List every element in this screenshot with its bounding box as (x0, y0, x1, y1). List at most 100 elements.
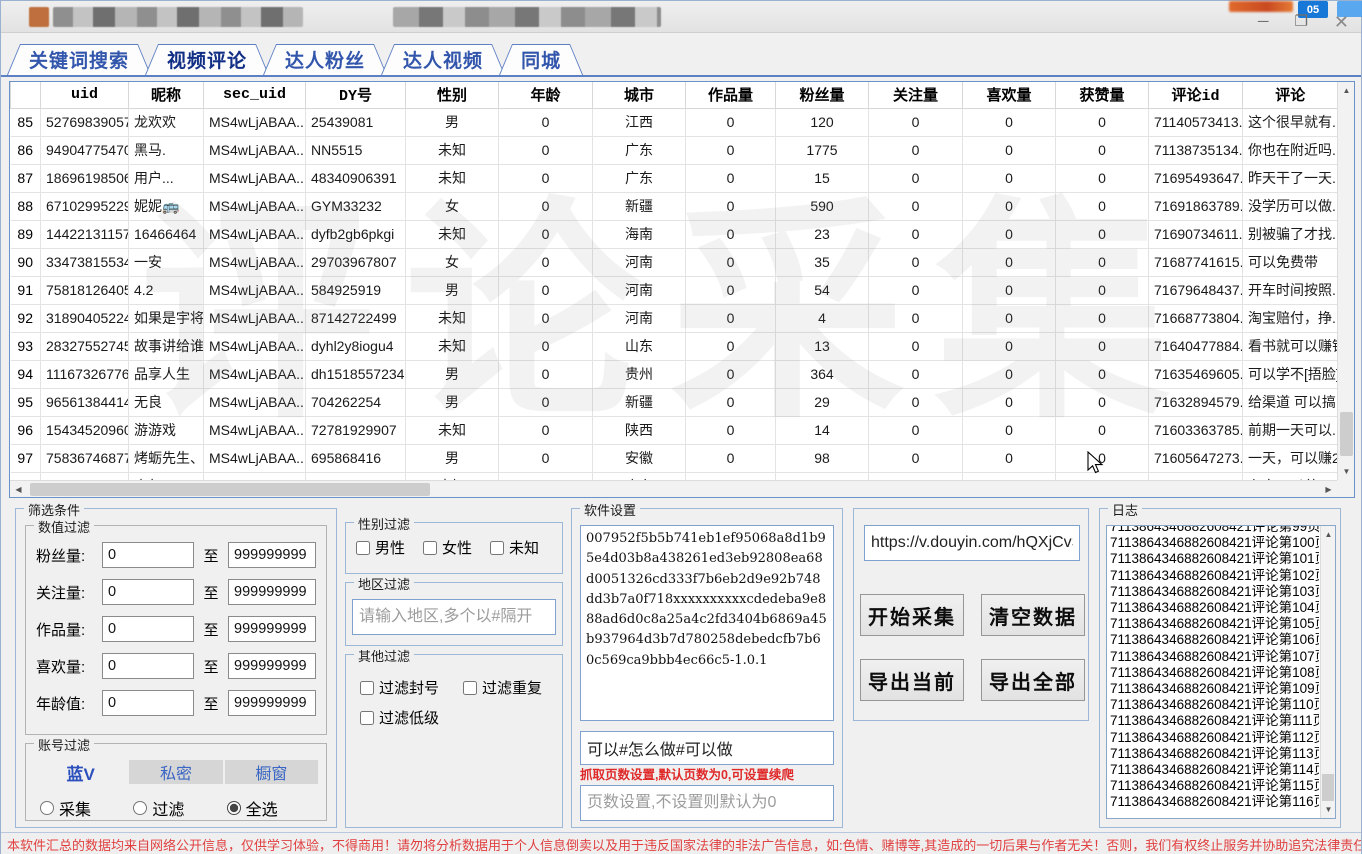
cell: 0 (686, 108, 776, 136)
start-collect-button[interactable]: 开始采集 (860, 594, 964, 636)
minimize-button[interactable]: ─ (1258, 13, 1269, 31)
age-min-input[interactable] (102, 690, 194, 716)
close-button[interactable]: ✕ (1334, 13, 1349, 31)
tab-influencer-fans[interactable]: 达人粉丝 (263, 44, 387, 75)
table-row[interactable]: 8867102995229妮妮🚌MS4wLjABAA...GYM33232女0新… (11, 192, 1338, 220)
collect-radio[interactable]: 采集 (40, 796, 133, 820)
table-row[interactable]: 9615434520960...游游戏MS4wLjABAA...72781929… (11, 416, 1338, 444)
log-scroll-thumb[interactable] (1322, 774, 1334, 802)
checkbox-input[interactable] (423, 541, 437, 555)
table-row[interactable]: 8914422131157...16466464MS4wLjABAA...dyf… (11, 220, 1338, 248)
cell: 0 (499, 444, 593, 472)
filter-duplicate-checkbox[interactable]: 过滤重复 (463, 677, 542, 698)
other-filter-group: 其他过滤 过滤封号过滤重复 过滤低级 (345, 654, 563, 828)
checkbox-input[interactable] (360, 681, 374, 695)
numeric-filter-group: 数值过滤 粉丝量:至关注量:至作品量:至喜欢量:至年龄值:至 (25, 525, 327, 735)
filter-banned-checkbox[interactable]: 过滤封号 (360, 677, 439, 698)
blue-v-toggle[interactable]: 蓝V (34, 760, 127, 784)
cell: 山东 (593, 332, 686, 360)
works-max-input[interactable] (228, 616, 316, 642)
column-header[interactable]: 年龄 (499, 82, 593, 108)
tab-influencer-videos[interactable]: 达人视频 (381, 44, 505, 75)
cell: 0 (869, 444, 963, 472)
checkbox-input[interactable] (360, 711, 374, 725)
table-row[interactable]: 8718696198506...用户...MS4wLjABAA...483409… (11, 164, 1338, 192)
tab-video-comments[interactable]: 视频评论 (145, 44, 269, 75)
follows-max-input[interactable] (228, 579, 316, 605)
works-min-input[interactable] (102, 616, 194, 642)
private-toggle[interactable]: 私密 (129, 760, 222, 784)
column-header[interactable]: sec_uid (204, 82, 306, 108)
tab-same-city[interactable]: 同城 (499, 44, 583, 75)
cell: 71691863789... (1149, 192, 1243, 220)
export-current-button[interactable]: 导出当前 (860, 659, 964, 701)
table-row[interactable]: 9033473815534...一安MS4wLjABAA...297039678… (11, 248, 1338, 276)
log-scrollbar[interactable]: ▲ ▼ (1320, 526, 1335, 818)
log-scroll-down-icon[interactable]: ▼ (1321, 801, 1336, 818)
log-listbox[interactable]: 7113864346882608421评论第99页711386434688260… (1106, 525, 1336, 819)
unknown-checkbox[interactable]: 未知 (490, 537, 539, 558)
column-header[interactable]: uid (41, 82, 129, 108)
export-all-button[interactable]: 导出全部 (981, 659, 1085, 701)
fans-min-input[interactable] (102, 542, 194, 568)
scroll-up-arrow-icon[interactable]: ▲ (1338, 82, 1355, 99)
token-textarea[interactable]: 007952f5b5b741eb1ef95068a8d1b95e4d03b8a4… (580, 525, 834, 721)
column-header[interactable]: 获赞量 (1056, 82, 1149, 108)
clear-data-button[interactable]: 清空数据 (981, 594, 1085, 636)
male-checkbox[interactable]: 男性 (356, 537, 405, 558)
video-url-input[interactable] (864, 525, 1080, 561)
table-row[interactable]: 9328327552745...故事讲给谁听MS4wLjABAA...dyhl2… (11, 332, 1338, 360)
cell: 71632894579... (1149, 388, 1243, 416)
table-row[interactable]: 9411167326776...品享人生MS4wLjABAA...dh15185… (11, 360, 1338, 388)
radio-input[interactable] (227, 801, 241, 815)
age-max-input[interactable] (228, 690, 316, 716)
maximize-button[interactable]: ❐ (1294, 13, 1307, 31)
table-row[interactable]: 9596561384414无良MS4wLjABAA...704262254男0新… (11, 388, 1338, 416)
column-header[interactable]: 粉丝量 (776, 82, 869, 108)
scroll-left-arrow-icon[interactable]: ◀ (10, 481, 27, 498)
column-header[interactable]: 昵称 (129, 82, 204, 108)
table-row[interactable]: 91758181264054.2MS4wLjABAA...584925919男0… (11, 276, 1338, 304)
scroll-right-arrow-icon[interactable]: ▶ (1320, 481, 1337, 498)
region-input[interactable] (352, 599, 556, 635)
filter-radio[interactable]: 过滤 (133, 796, 226, 820)
radio-input[interactable] (133, 801, 147, 815)
fans-max-input[interactable] (228, 542, 316, 568)
column-header[interactable]: 作品量 (686, 82, 776, 108)
column-header[interactable]: 喜欢量 (963, 82, 1056, 108)
table-row[interactable]: 9775836746877烤蛎先生、(...MS4wLjABAA...69586… (11, 444, 1338, 472)
radio-input[interactable] (40, 801, 54, 815)
log-entry: 7113864346882608421评论第115页 (1110, 778, 1319, 794)
checkbox-input[interactable] (356, 541, 370, 555)
likes-min-input[interactable] (102, 653, 194, 679)
table-row[interactable]: 9231890405224...如果是宇将军...MS4wLjABAA...87… (11, 304, 1338, 332)
table-vertical-scrollbar[interactable]: ▲ ▼ (1337, 82, 1354, 480)
checkbox-input[interactable] (463, 681, 477, 695)
showcase-toggle[interactable]: 橱窗 (225, 760, 318, 784)
column-header[interactable]: 评论id (1149, 82, 1243, 108)
scroll-down-arrow-icon[interactable]: ▼ (1338, 463, 1355, 480)
follows-min-input[interactable] (102, 579, 194, 605)
select-all-radio[interactable]: 全选 (227, 796, 320, 820)
table-horizontal-scrollbar[interactable]: ◀ ▶ (10, 480, 1337, 497)
column-header[interactable]: 性别 (406, 82, 499, 108)
scrollbar-corner (1337, 480, 1354, 497)
column-header[interactable]: DY号 (306, 82, 406, 108)
keyword-input[interactable] (580, 731, 834, 765)
page-count-input[interactable] (580, 785, 834, 821)
cell: 0 (499, 164, 593, 192)
cell: NN5515 (306, 136, 406, 164)
vertical-scroll-thumb[interactable] (1340, 412, 1353, 456)
checkbox-input[interactable] (490, 541, 504, 555)
log-scroll-up-icon[interactable]: ▲ (1321, 526, 1336, 543)
tab-keyword-search[interactable]: 关键词搜索 (7, 44, 151, 75)
column-header[interactable]: 城市 (593, 82, 686, 108)
filter-lowlevel-checkbox[interactable]: 过滤低级 (360, 707, 439, 728)
column-header[interactable]: 关注量 (869, 82, 963, 108)
horizontal-scroll-thumb[interactable] (30, 483, 430, 496)
table-row[interactable]: 8552769839057龙欢欢MS4wLjABAA...25439081男0江… (11, 108, 1338, 136)
female-checkbox[interactable]: 女性 (423, 537, 472, 558)
column-header[interactable]: 评论 (1243, 82, 1338, 108)
table-row[interactable]: 8694904775470黑马.MS4wLjABAA...NN5515未知0广东… (11, 136, 1338, 164)
likes-max-input[interactable] (228, 653, 316, 679)
